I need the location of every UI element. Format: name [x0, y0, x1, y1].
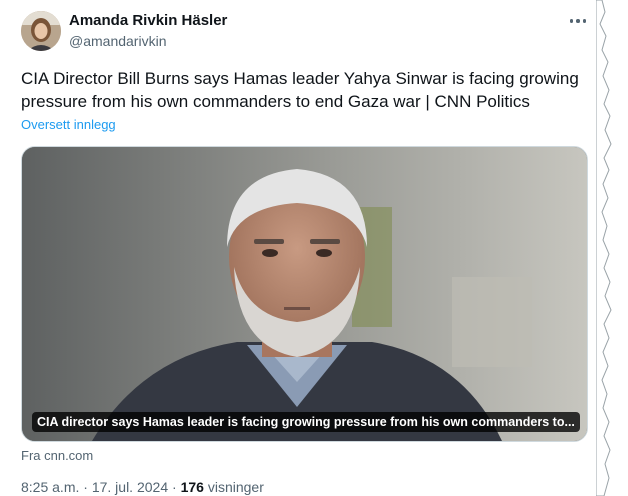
translate-post-link[interactable]: Oversett innlegg: [21, 117, 116, 132]
author-handle[interactable]: @amandarivkin: [69, 33, 166, 49]
tweet-time[interactable]: 8:25 a.m.: [21, 479, 79, 495]
views-label: visninger: [207, 479, 264, 495]
separator: ·: [172, 479, 177, 495]
views-count: 176: [180, 479, 204, 495]
link-preview-image: [22, 147, 587, 441]
tweet-date[interactable]: 17. jul. 2024: [92, 479, 168, 495]
separator: ·: [83, 479, 88, 495]
link-source[interactable]: Fra cnn.com: [21, 448, 93, 463]
more-options-button[interactable]: [567, 14, 589, 28]
link-preview-title: CIA director says Hamas leader is facing…: [32, 412, 580, 432]
more-horizontal-icon: [569, 19, 587, 23]
link-preview-card[interactable]: CIA director says Hamas leader is facing…: [21, 146, 588, 442]
avatar[interactable]: [21, 11, 61, 51]
tweet-card: Amanda Rivkin Häsler @amandarivkin CIA D…: [0, 0, 600, 496]
author-display-name[interactable]: Amanda Rivkin Häsler: [69, 12, 227, 29]
torn-edge: [596, 0, 612, 496]
tweet-metadata: 8:25 a.m. · 17. jul. 2024 · 176 visninge…: [21, 479, 264, 495]
tweet-text: CIA Director Bill Burns says Hamas leade…: [21, 69, 579, 111]
